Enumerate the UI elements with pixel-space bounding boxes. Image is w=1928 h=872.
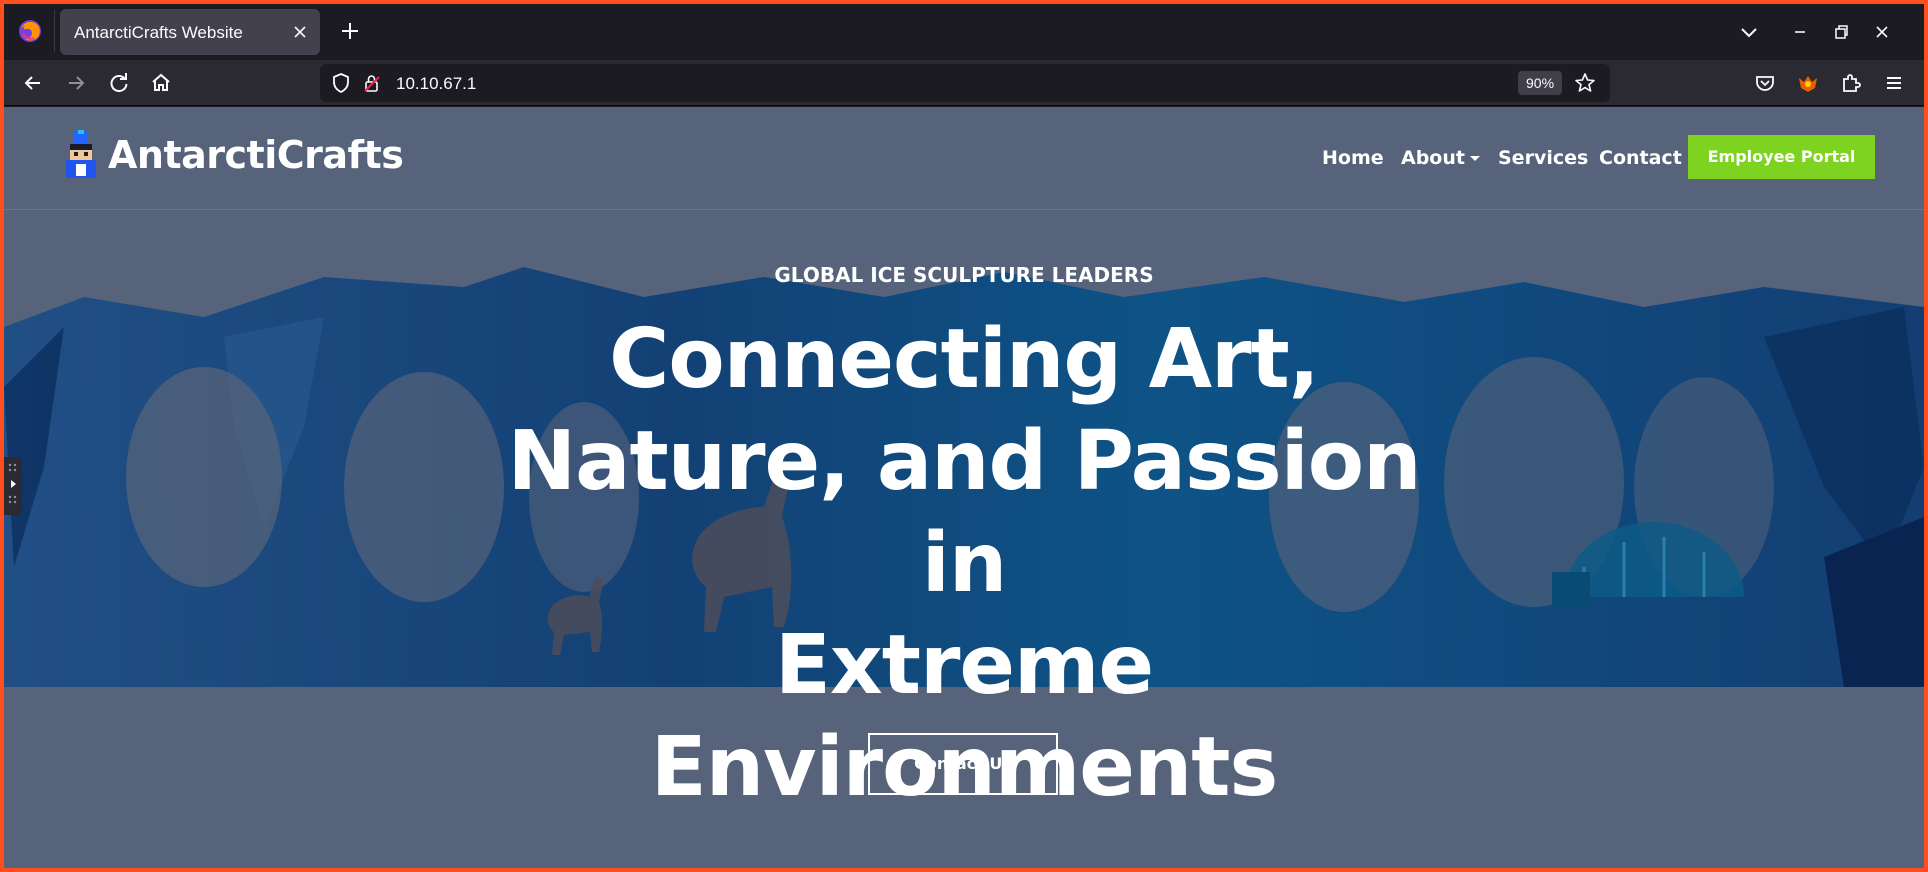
webpage: AntarctiCrafts Home About Services Conta…: [4, 107, 1924, 868]
close-window-icon[interactable]: [1870, 20, 1894, 44]
nav-contact-link[interactable]: Contact: [1599, 147, 1682, 169]
hamburger-menu-icon[interactable]: [1881, 70, 1907, 96]
zoom-level-badge[interactable]: 90%: [1518, 71, 1563, 95]
forward-icon[interactable]: [63, 70, 89, 96]
pocket-icon[interactable]: [1752, 70, 1778, 96]
tab-separator: [54, 10, 55, 52]
employee-portal-button[interactable]: Employee Portal: [1688, 135, 1875, 179]
hero-headline-line-3: Extreme: [774, 618, 1154, 713]
insecure-lock-icon[interactable]: [362, 73, 382, 93]
tab-bar: AntarctiCrafts Website: [4, 4, 1924, 60]
nav-home-link[interactable]: Home: [1322, 147, 1384, 169]
new-tab-icon[interactable]: [338, 19, 362, 43]
nav-services-link[interactable]: Services: [1498, 147, 1588, 169]
hero-headline-line-1: Connecting Art,: [609, 312, 1320, 407]
minimize-icon[interactable]: [1788, 20, 1812, 44]
tab-antarcticrafts[interactable]: AntarctiCrafts Website: [60, 9, 320, 55]
tab-title: AntarctiCrafts Website: [74, 23, 243, 42]
grip-arrow-icon: [8, 463, 17, 504]
navigation-toolbar: 10.10.67.1 90%: [4, 60, 1924, 106]
extensions-puzzle-icon[interactable]: [1838, 70, 1864, 96]
site-header: AntarctiCrafts Home About Services Conta…: [4, 107, 1924, 210]
caret-down-icon: [1469, 156, 1480, 161]
address-bar[interactable]: 10.10.67.1 90%: [320, 64, 1610, 102]
restore-icon[interactable]: [1829, 20, 1853, 44]
reload-icon[interactable]: [106, 70, 132, 96]
back-icon[interactable]: [20, 70, 46, 96]
nav-about-dropdown[interactable]: About: [1401, 147, 1480, 169]
home-icon[interactable]: [148, 70, 174, 96]
firefox-icon[interactable]: [17, 18, 43, 44]
browser-window: AntarctiCrafts Website 10.10.67.1 90% An…: [4, 4, 1924, 868]
elf-logo-icon[interactable]: [62, 130, 102, 182]
hero-eyebrow: GLOBAL ICE SCULPTURE LEADERS: [774, 263, 1154, 287]
bookmark-star-icon[interactable]: [1573, 71, 1597, 95]
close-tab-icon[interactable]: [290, 22, 310, 42]
shield-icon[interactable]: [330, 72, 352, 94]
foxyproxy-extension-icon[interactable]: [1795, 70, 1821, 96]
contact-us-button[interactable]: Contact Us: [868, 733, 1058, 795]
list-all-tabs-icon[interactable]: [1737, 20, 1761, 44]
brand-name[interactable]: AntarctiCrafts: [108, 133, 404, 177]
hero-headline-line-2: Nature, and Passion in: [507, 414, 1422, 611]
nav-about-label: About: [1401, 147, 1465, 169]
sidebar-handle[interactable]: [4, 457, 22, 515]
url-text[interactable]: 10.10.67.1: [396, 74, 476, 94]
